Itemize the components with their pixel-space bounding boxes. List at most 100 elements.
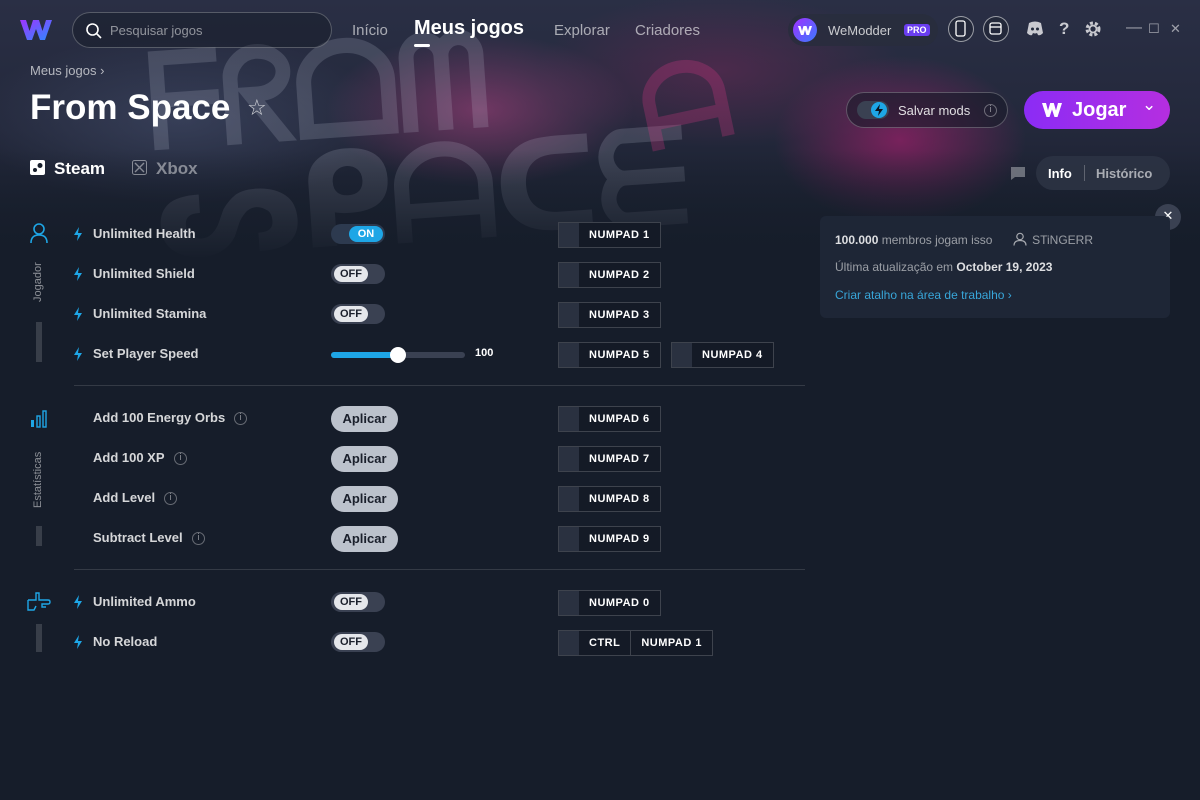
creator-name[interactable]: STiNGERR	[1032, 233, 1093, 247]
help-icon[interactable]: ?	[1059, 19, 1069, 39]
hotkey-label: NUMPAD 0	[589, 597, 650, 609]
play-label: Jogar	[1072, 99, 1127, 121]
tab-info[interactable]: Info	[1048, 166, 1072, 181]
platform-steam[interactable]: Steam	[30, 159, 105, 179]
settings-gear-icon[interactable]	[1084, 20, 1102, 38]
nav-my-games[interactable]: Meus jogos	[414, 17, 524, 40]
info-icon[interactable]: i	[234, 412, 247, 425]
wemod-logo-icon[interactable]	[18, 16, 54, 44]
hotkey-button[interactable]: NUMPAD 2	[558, 262, 661, 288]
hotkey-label: NUMPAD 1	[589, 229, 650, 241]
window-minimize-button[interactable]: —	[1126, 19, 1142, 37]
window-close-button[interactable]: ✕	[1170, 21, 1181, 37]
overlay-icon[interactable]	[983, 16, 1009, 42]
toggle-state: ON	[349, 226, 383, 242]
hotkey-label: NUMPAD 6	[589, 413, 650, 425]
shortcut-link-label[interactable]: Criar atalho na área de trabalho	[835, 288, 1004, 302]
creator-person-icon	[1013, 232, 1027, 246]
search-box[interactable]	[72, 12, 332, 48]
hotkey-button[interactable]: NUMPAD 8	[558, 486, 661, 512]
mod-toggle[interactable]: OFF	[331, 632, 385, 652]
mod-name: Unlimited Ammo	[93, 594, 196, 609]
chat-icon[interactable]	[1010, 166, 1026, 181]
wemod-logo-icon	[1042, 103, 1062, 117]
discord-icon[interactable]	[1025, 20, 1045, 38]
updated-date: October 19, 2023	[956, 260, 1053, 274]
breadcrumb[interactable]: Meus jogos ›	[30, 63, 104, 78]
save-mods-button[interactable]: Salvar mods i	[846, 92, 1008, 128]
hotkey-button[interactable]: NUMPAD 0	[558, 590, 661, 616]
members-text: membros jogam isso	[881, 233, 993, 247]
mod-name: No Reload	[93, 634, 158, 649]
hotkey-label: NUMPAD 8	[589, 493, 650, 505]
hotkey-button[interactable]: NUMPAD 5	[558, 342, 661, 368]
hotkey-label: CTRL	[589, 637, 621, 649]
nav-explore[interactable]: Explorar	[554, 22, 610, 39]
hotkey-button[interactable]: NUMPAD 6	[558, 406, 661, 432]
username: WeModder	[828, 23, 892, 38]
breadcrumb-link[interactable]: Meus jogos	[30, 63, 96, 78]
hotkey-button[interactable]: NUMPAD 1	[558, 222, 661, 248]
info-tabs: Info Histórico	[1004, 156, 1170, 190]
platform-xbox[interactable]: Xbox	[132, 159, 198, 179]
apply-button[interactable]: Aplicar	[331, 406, 398, 432]
bolt-icon	[74, 347, 82, 361]
hotkey-label: NUMPAD 4	[702, 349, 763, 361]
info-icon[interactable]: i	[174, 452, 187, 465]
mod-toggle[interactable]: OFF	[331, 264, 385, 284]
user-menu[interactable]: WeModder PRO	[788, 14, 938, 46]
bolt-icon	[74, 267, 82, 281]
divider	[74, 569, 805, 570]
mod-row: Set Player Speed 100 NUMPAD 5 NUMPAD 4	[72, 338, 812, 370]
hotkey-label: NUMPAD 7	[589, 453, 650, 465]
hotkey-button[interactable]: NUMPAD 9	[558, 526, 661, 552]
category-weapons	[26, 590, 52, 654]
mod-row: Unlimited Shield OFF NUMPAD 2	[72, 258, 812, 290]
mod-name: Unlimited Health	[93, 226, 196, 241]
mod-toggle[interactable]: OFF	[331, 592, 385, 612]
nav-creators[interactable]: Criadores	[635, 22, 700, 39]
slider-handle[interactable]	[390, 347, 406, 363]
xbox-icon	[132, 160, 147, 175]
info-icon[interactable]: i	[192, 532, 205, 545]
play-button[interactable]: Jogar ⌄	[1024, 91, 1170, 129]
speed-slider[interactable]	[331, 347, 465, 363]
window-maximize-button[interactable]: ☐	[1148, 21, 1160, 37]
bolt-icon	[74, 595, 82, 609]
mod-row: Unlimited Health ON NUMPAD 1	[72, 218, 812, 250]
apply-button[interactable]: Aplicar	[331, 486, 398, 512]
divider	[74, 385, 805, 386]
mod-row: Add 100 Energy Orbs i Aplicar NUMPAD 6	[72, 402, 812, 434]
nav-home[interactable]: Início	[352, 22, 388, 39]
info-icon[interactable]: i	[164, 492, 177, 505]
chevron-right-icon: ›	[1007, 288, 1012, 302]
bar-chart-icon	[31, 410, 47, 428]
mod-row: Unlimited Ammo OFF NUMPAD 0	[72, 586, 812, 618]
hotkey-button[interactable]: NUMPAD 3	[558, 302, 661, 328]
updated-label: Última atualização em	[835, 260, 954, 274]
hotkey-button[interactable]: NUMPAD 4	[671, 342, 774, 368]
mod-toggle[interactable]: ON	[331, 224, 385, 244]
hotkey-button[interactable]: CTRL NUMPAD 1	[558, 630, 713, 656]
tab-history[interactable]: Histórico	[1096, 166, 1152, 181]
chevron-down-icon[interactable]: ⌄	[1142, 95, 1156, 115]
hotkey-button[interactable]: NUMPAD 7	[558, 446, 661, 472]
apply-button[interactable]: Aplicar	[331, 446, 398, 472]
mod-name: Set Player Speed	[93, 346, 199, 361]
steam-icon	[30, 160, 45, 175]
info-icon[interactable]: i	[984, 104, 997, 117]
favorite-star-icon[interactable]: ☆	[247, 95, 267, 121]
save-mods-toggle[interactable]	[857, 101, 889, 119]
mod-toggle[interactable]: OFF	[331, 304, 385, 324]
members-line: 100.000 membros jogam isso STiNGERR	[835, 232, 1093, 247]
shortcut-link[interactable]: Criar atalho na área de trabalho ›	[835, 288, 1012, 302]
search-input[interactable]	[110, 13, 320, 47]
hotkey-label: NUMPAD 2	[589, 269, 650, 281]
avatar	[793, 18, 817, 42]
phone-remote-icon[interactable]	[948, 16, 974, 42]
toggle-state: OFF	[334, 306, 368, 322]
page-title: From Space	[30, 88, 231, 127]
toggle-state: OFF	[334, 634, 368, 650]
apply-button[interactable]: Aplicar	[331, 526, 398, 552]
mod-name: Add 100 XP	[93, 450, 165, 465]
